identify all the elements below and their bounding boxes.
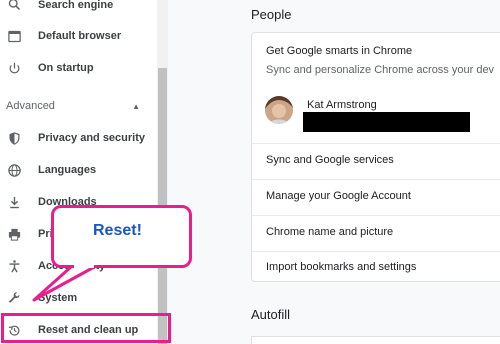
import-bookmarks-row[interactable]: Import bookmarks and settings	[252, 251, 500, 283]
people-card: Get Google smarts in Chrome Sync and per…	[251, 32, 500, 282]
download-icon	[6, 194, 22, 210]
avatar	[265, 96, 293, 124]
autofill-section-title: Autofill	[251, 307, 291, 322]
caret-up-icon: ▲	[132, 101, 140, 111]
globe-icon	[6, 162, 22, 178]
sidebar-item-label: Default browser	[38, 30, 122, 42]
chrome-name-picture-row[interactable]: Chrome name and picture	[252, 215, 500, 251]
sidebar-item-label: Search engine	[38, 0, 114, 11]
sync-google-services-row[interactable]: Sync and Google services	[252, 143, 500, 179]
manage-account-row[interactable]: Manage your Google Account	[252, 179, 500, 215]
row-label: Import bookmarks and settings	[266, 261, 417, 273]
autofill-card	[251, 336, 500, 344]
row-label: Chrome name and picture	[266, 226, 394, 238]
accessibility-icon	[6, 258, 22, 274]
row-label: Sync and Google services	[266, 154, 394, 166]
printer-icon	[6, 226, 22, 242]
row-label: Manage your Google Account	[266, 190, 411, 202]
user-name: Kat Armstrong	[307, 99, 377, 111]
advanced-section-toggle[interactable]: Advanced ▲	[6, 97, 148, 115]
power-icon	[6, 60, 22, 76]
people-section-title: People	[251, 7, 292, 22]
smarts-title: Get Google smarts in Chrome	[266, 45, 413, 57]
redacted-email	[303, 112, 470, 132]
advanced-label: Advanced	[6, 100, 55, 112]
shield-icon	[6, 130, 22, 146]
sidebar-item-label: Languages	[38, 164, 97, 176]
sidebar-item-label: On startup	[38, 62, 94, 74]
annotation-highlight-box	[1, 313, 171, 343]
settings-sidebar: Search engine Default browser On startup…	[0, 0, 157, 344]
annotation-callout-text: Reset!	[93, 222, 142, 239]
search-icon	[6, 0, 22, 12]
smarts-subtitle: Sync and personalize Chrome across your …	[266, 64, 495, 76]
sidebar-item-label: System	[38, 292, 78, 304]
sidebar-item-label: Privacy and security	[38, 132, 146, 144]
browser-icon	[6, 28, 22, 44]
wrench-icon	[6, 290, 22, 306]
